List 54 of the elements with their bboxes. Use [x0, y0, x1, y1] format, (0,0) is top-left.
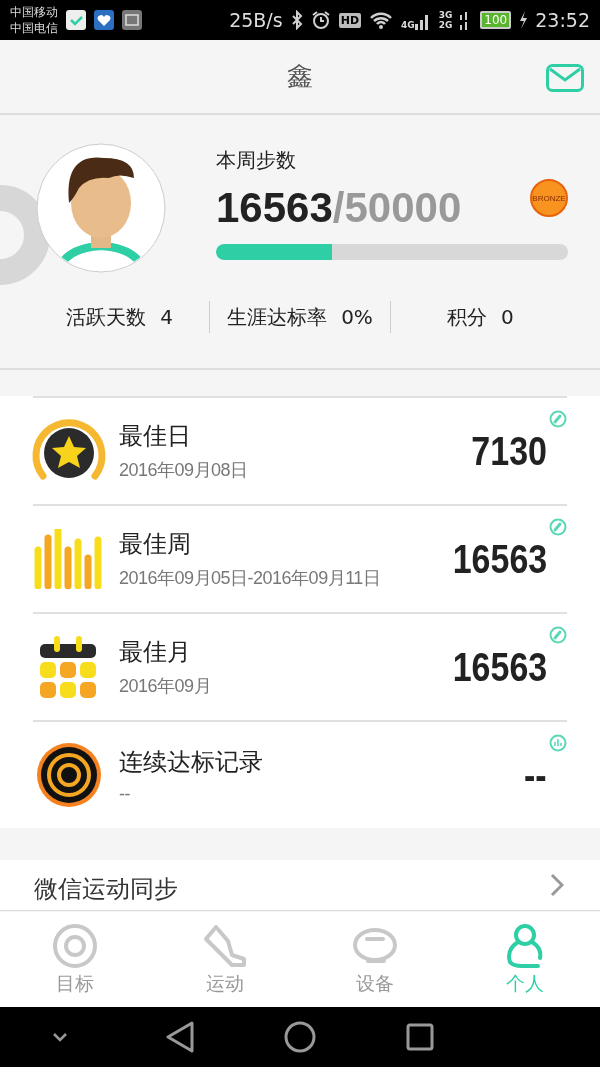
chevron-right-icon[interactable] [550, 873, 564, 897]
mail-icon[interactable] [546, 64, 584, 92]
check-app-icon [66, 10, 86, 30]
network-type: 2G [438, 20, 453, 30]
charging-icon [519, 11, 528, 29]
record-value: 16563 [452, 536, 547, 582]
record-date: 2016年09月 [119, 675, 213, 698]
record-title: 最佳月 [119, 637, 192, 668]
battery-indicator: 100 [480, 11, 512, 29]
clock-time: 23:52 [535, 9, 590, 31]
chart-icon[interactable] [549, 734, 567, 752]
calendar-icon [40, 636, 98, 698]
stat-value: 0% [341, 304, 373, 331]
chevron-down-icon[interactable] [52, 1032, 68, 1042]
home-icon[interactable] [284, 1021, 316, 1053]
stat-label: 活跃天数 [66, 304, 147, 331]
heart-app-icon [94, 10, 114, 30]
tab[interactable]: 目标 [0, 912, 150, 1007]
record-value: -- [524, 752, 547, 798]
wifi-icon [369, 10, 393, 30]
wechat-sync-label[interactable]: 微信运动同步 [34, 875, 178, 903]
record-title: 最佳日 [119, 421, 192, 452]
carrier-name: 中国电信 [10, 20, 58, 36]
stat-label: 生涯达标率 [227, 304, 328, 331]
target-icon [36, 742, 102, 808]
recents-icon[interactable] [406, 1023, 434, 1051]
image-icon [122, 10, 142, 30]
alarm-icon [310, 10, 331, 30]
tab[interactable]: 设备 [300, 912, 450, 1007]
record-date: 2016年09月05日-2016年09月11日 [119, 567, 382, 590]
tab[interactable]: 个人 [450, 912, 600, 1007]
bar-chart-icon [34, 529, 104, 589]
record-value: 16563 [452, 644, 547, 690]
bluetooth-icon [290, 10, 303, 30]
record-value: 7130 [471, 428, 547, 474]
network-type: 4G [401, 20, 415, 30]
weekly-steps-count: 16563/50000 [216, 184, 462, 232]
carrier-name: 中国移动 [10, 4, 58, 20]
stat-value: 4 [160, 304, 174, 331]
network-speed: 25B/s [229, 9, 283, 31]
bronze-badge: BRONZE [530, 179, 568, 217]
hd-badge: HD [338, 12, 361, 28]
weekly-steps-label: 本周步数 [216, 147, 297, 174]
page-title: 鑫 [287, 60, 313, 93]
record-title: 连续达标记录 [119, 746, 264, 778]
tab[interactable]: 运动 [150, 912, 300, 1007]
back-icon[interactable] [166, 1021, 194, 1053]
stat-value: 0 [500, 304, 514, 331]
record-date: 2016年09月08日 [119, 459, 249, 482]
target-icon [52, 922, 98, 969]
record-date: -- [119, 783, 131, 805]
stat-label: 积分 [446, 304, 487, 331]
record-title: 最佳周 [119, 529, 192, 560]
network-type: 3G [438, 10, 453, 20]
